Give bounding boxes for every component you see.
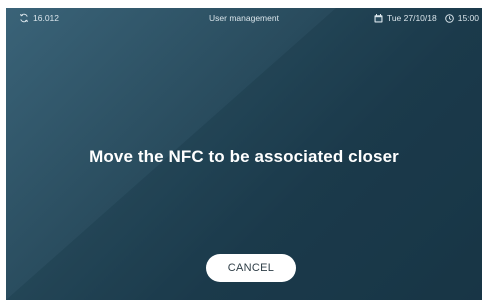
- device-screen: 16.012 User management Tue 27/10/18 15:0…: [6, 8, 482, 300]
- frame: 16.012 User management Tue 27/10/18 15:0…: [0, 0, 482, 307]
- status-bar: 16.012 User management Tue 27/10/18 15:0…: [6, 8, 482, 30]
- clock-icon: [444, 13, 454, 23]
- date-text: Tue 27/10/18: [386, 13, 437, 23]
- time-text: 15:00: [457, 13, 479, 23]
- calendar-icon: [374, 13, 383, 23]
- status-right: Tue 27/10/18 15:00: [374, 13, 479, 23]
- nfc-instruction-message: Move the NFC to be associated closer: [89, 147, 399, 166]
- cancel-button[interactable]: CANCEL: [206, 254, 296, 282]
